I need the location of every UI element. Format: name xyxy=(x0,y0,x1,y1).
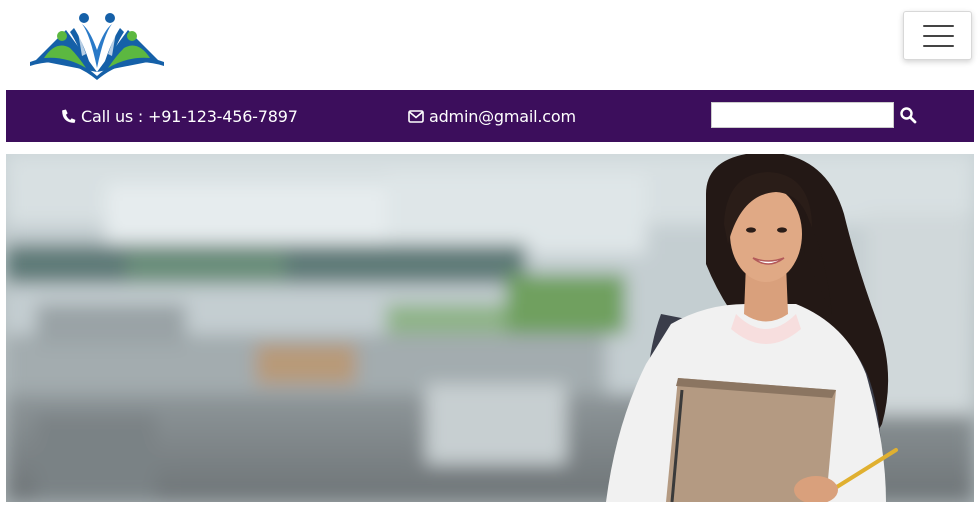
phone-text: Call us : +91-123-456-7897 xyxy=(81,106,298,126)
education-logo[interactable] xyxy=(26,10,168,80)
hero-banner xyxy=(6,154,974,502)
phone-icon xyxy=(62,109,76,123)
hamburger-menu-button[interactable] xyxy=(903,11,972,60)
email-text: admin@gmail.com xyxy=(429,106,576,126)
search-icon[interactable] xyxy=(899,106,917,124)
search-input[interactable] xyxy=(711,102,894,128)
email-contact[interactable]: admin@gmail.com xyxy=(408,90,576,142)
student-hero-image xyxy=(6,154,974,502)
site-header xyxy=(0,0,978,90)
contact-bar: Call us : +91-123-456-7897 admin@gmail.c… xyxy=(6,90,974,142)
phone-contact[interactable]: Call us : +91-123-456-7897 xyxy=(61,90,298,142)
envelope-icon xyxy=(408,109,424,123)
